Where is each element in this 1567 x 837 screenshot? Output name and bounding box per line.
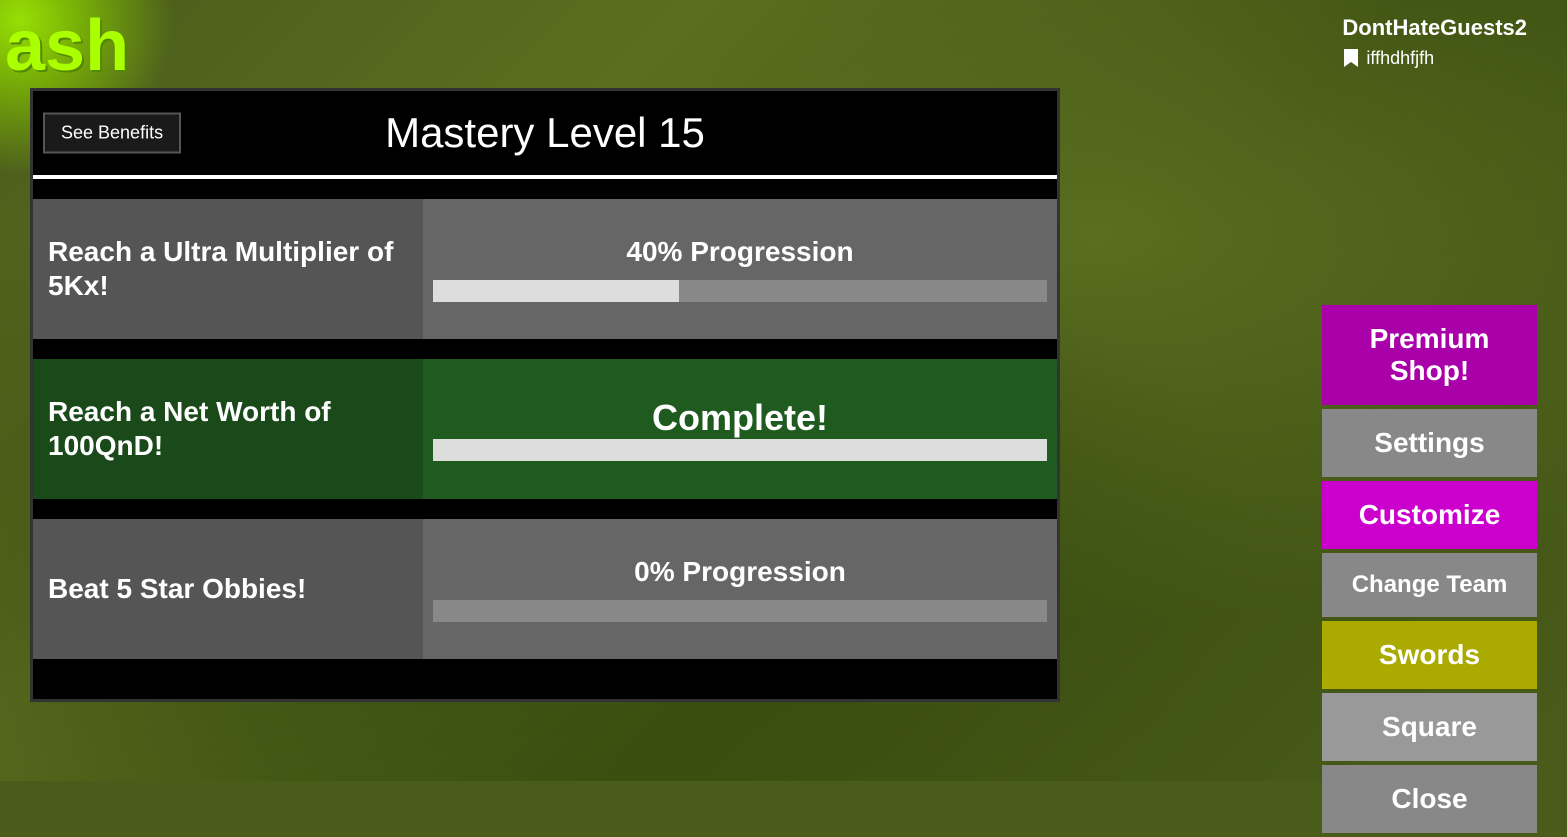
user-id-row: iffhdhfjfh — [1342, 47, 1527, 69]
user-id: iffhdhfjfh — [1366, 48, 1434, 69]
task-row-3: Beat 5 Star Obbies! 0% Progression — [33, 519, 1057, 659]
progress-bar-bg-3 — [433, 600, 1047, 622]
task-label-1: Reach a Ultra Multiplier of 5Kx! — [33, 199, 423, 339]
task-label-text-3: Beat 5 Star Obbies! — [48, 572, 306, 606]
premium-shop-button[interactable]: Premium Shop! — [1322, 305, 1537, 405]
see-benefits-button[interactable]: See Benefits — [43, 113, 181, 154]
task-progress-2: Complete! — [423, 359, 1057, 499]
settings-button[interactable]: Settings — [1322, 409, 1537, 477]
task-row-1: Reach a Ultra Multiplier of 5Kx! 40% Pro… — [33, 199, 1057, 339]
progress-bar-bg-1 — [433, 280, 1047, 302]
task-label-text-1: Reach a Ultra Multiplier of 5Kx! — [48, 235, 408, 302]
complete-text: Complete! — [652, 397, 828, 439]
user-info: DontHateGuests2 iffhdhfjfh — [1342, 15, 1527, 69]
mastery-title: Mastery Level 15 — [385, 109, 705, 156]
task-label-3: Beat 5 Star Obbies! — [33, 519, 423, 659]
progress-bar-fill-1 — [433, 280, 679, 302]
task-progress-3: 0% Progression — [423, 519, 1057, 659]
mastery-panel: See Benefits Mastery Level 15 Reach a Ul… — [30, 88, 1060, 702]
square-button[interactable]: Square — [1322, 693, 1537, 761]
complete-bar — [433, 439, 1047, 461]
username: DontHateGuests2 — [1342, 15, 1527, 41]
mastery-header: See Benefits Mastery Level 15 — [33, 91, 1057, 175]
bottom-bar — [33, 659, 1057, 699]
dark-bar-1 — [33, 179, 1057, 199]
task-row-2: Reach a Net Worth of 100QnD! Complete! — [33, 359, 1057, 499]
bookmark-icon — [1342, 47, 1360, 69]
customize-button[interactable]: Customize — [1322, 481, 1537, 549]
splash-text: ash — [5, 10, 129, 82]
task-progress-1: 40% Progression — [423, 199, 1057, 339]
progress-text-3: 0% Progression — [634, 556, 846, 588]
dark-bar-3 — [33, 499, 1057, 519]
right-buttons: Premium Shop! Settings Customize Change … — [1322, 305, 1537, 837]
progress-text-1: 40% Progression — [626, 236, 853, 268]
swords-button[interactable]: Swords — [1322, 621, 1537, 689]
task-label-text-2: Reach a Net Worth of 100QnD! — [48, 395, 408, 462]
change-team-button[interactable]: Change Team — [1322, 553, 1537, 617]
task-label-2: Reach a Net Worth of 100QnD! — [33, 359, 423, 499]
dark-bar-2 — [33, 339, 1057, 359]
close-button[interactable]: Close — [1322, 765, 1537, 833]
